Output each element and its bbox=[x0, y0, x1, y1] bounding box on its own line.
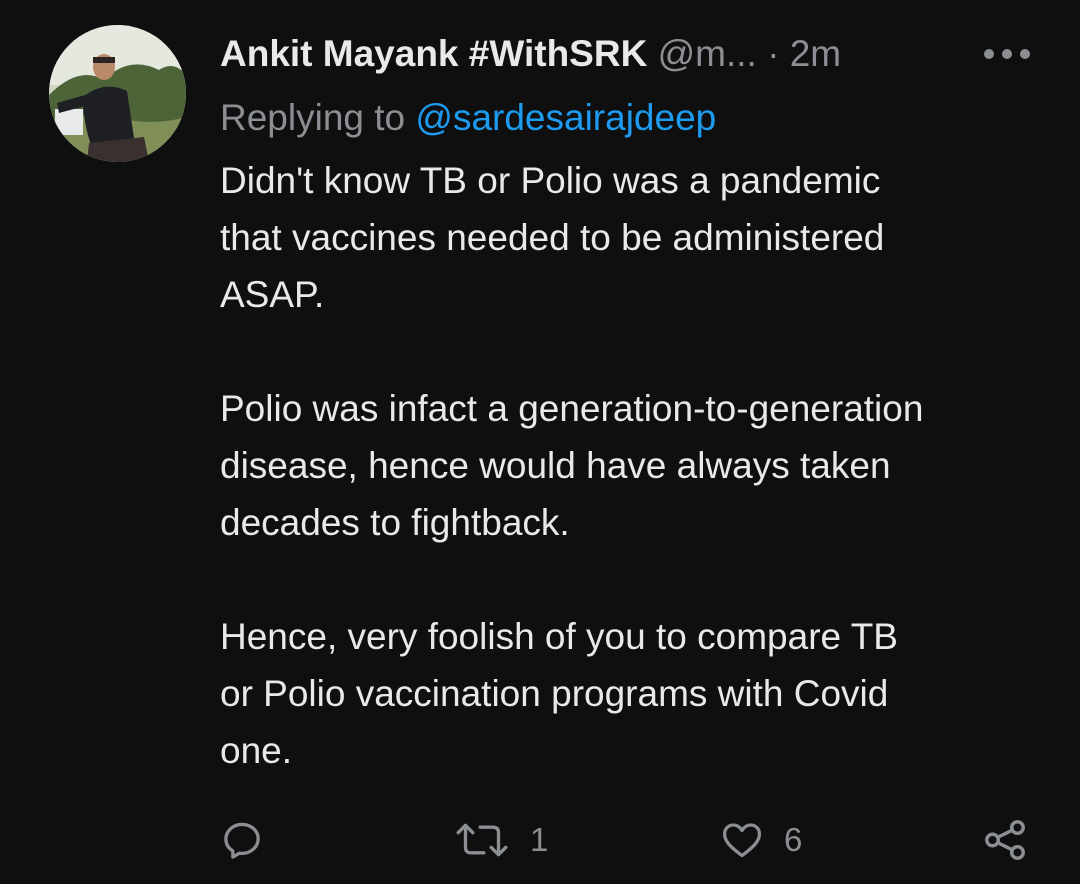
text-line: Didn't know TB or Polio was a pandemic bbox=[220, 160, 881, 201]
tweet-header: Ankit Mayank #WithSRK @m... · 2m bbox=[220, 30, 960, 78]
text-line: Polio was infact a generation-to-generat… bbox=[220, 388, 924, 429]
tweet[interactable]: Ankit Mayank #WithSRK @m... · 2m Replyin… bbox=[0, 0, 1080, 884]
mention-link[interactable]: @sardesairajdeep bbox=[415, 97, 716, 138]
text-line: that vaccines needed to be administered bbox=[220, 217, 885, 258]
dot bbox=[1020, 49, 1030, 59]
tweet-text: Didn't know TB or Polio was a pandemic t… bbox=[220, 152, 1050, 779]
retweet-button[interactable]: 1 bbox=[454, 812, 548, 868]
reply-button[interactable] bbox=[220, 812, 264, 868]
text-line: or Polio vaccination programs with Covid bbox=[220, 673, 889, 714]
text-line: disease, hence would have always taken bbox=[220, 445, 891, 486]
user-handle[interactable]: @m... bbox=[658, 33, 757, 74]
text-line: one. bbox=[220, 730, 293, 771]
text-line: ASAP. bbox=[220, 274, 325, 315]
reply-icon bbox=[224, 822, 260, 859]
paragraph: Didn't know TB or Polio was a pandemic t… bbox=[220, 152, 1050, 323]
dot bbox=[984, 49, 994, 59]
text-line: decades to fightback. bbox=[220, 502, 570, 543]
avatar-photo bbox=[49, 25, 186, 162]
share-button[interactable] bbox=[982, 812, 1028, 868]
retweet-icon bbox=[456, 823, 508, 857]
like-button[interactable]: 6 bbox=[720, 812, 802, 868]
dot bbox=[1002, 49, 1012, 59]
avatar[interactable] bbox=[49, 25, 186, 162]
timestamp[interactable]: 2m bbox=[790, 33, 841, 74]
paragraph: Hence, very foolish of you to compare TB… bbox=[220, 608, 1050, 779]
separator-dot: · bbox=[767, 33, 780, 74]
share-icon bbox=[985, 820, 1025, 860]
retweet-count: 1 bbox=[530, 821, 549, 858]
heart-icon bbox=[722, 823, 762, 858]
replying-to: Replying to @sardesairajdeep bbox=[220, 94, 716, 142]
paragraph: Polio was infact a generation-to-generat… bbox=[220, 380, 1050, 551]
like-count: 6 bbox=[784, 821, 803, 858]
text-line: Hence, very foolish of you to compare TB bbox=[220, 616, 898, 657]
more-options-icon[interactable] bbox=[984, 44, 1030, 64]
action-bar: 1 6 bbox=[0, 812, 1080, 868]
replying-to-label: Replying to bbox=[220, 97, 416, 138]
display-name[interactable]: Ankit Mayank #WithSRK bbox=[220, 33, 647, 74]
